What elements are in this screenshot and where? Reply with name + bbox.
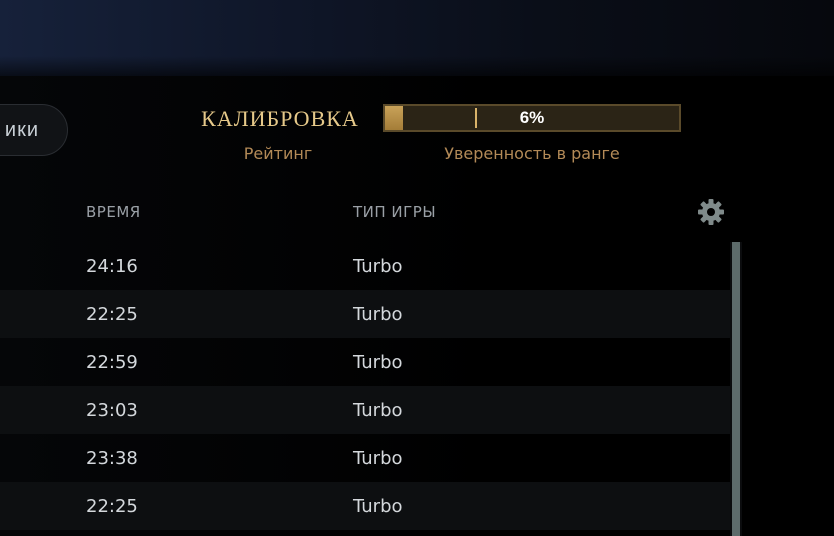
match-time: 22:59 xyxy=(86,351,138,373)
rank-confidence-label: 6% xyxy=(519,108,545,127)
match-game-type: Turbo xyxy=(353,351,403,373)
stats-tab-button[interactable]: ики xyxy=(0,104,68,156)
rank-confidence-bar: 6% xyxy=(383,104,681,132)
rank-subtitle: Рейтинг xyxy=(243,144,313,163)
match-time: 23:03 xyxy=(86,399,138,421)
scrollbar-thumb[interactable] xyxy=(732,242,740,536)
rank-title: КАЛИБРОВКА xyxy=(201,106,359,131)
match-game-type: Turbo xyxy=(353,255,403,277)
rank-confidence-caption: Уверенность в ранге xyxy=(444,144,620,163)
gear-icon[interactable] xyxy=(697,198,725,226)
table-row[interactable]: 22:25 Turbo xyxy=(0,482,730,530)
column-header-time[interactable]: ВРЕМЯ xyxy=(86,203,141,221)
match-time: 23:38 xyxy=(86,447,138,469)
match-time: 24:16 xyxy=(86,255,138,277)
match-game-type: Turbo xyxy=(353,399,403,421)
match-time: 22:25 xyxy=(86,495,138,517)
stats-tab-label: ики xyxy=(4,118,39,141)
match-table: 24:16 Turbo 22:25 Turbo 22:59 Turbo 23:0… xyxy=(0,242,730,530)
match-game-type: Turbo xyxy=(353,495,403,517)
table-row[interactable]: 22:59 Turbo xyxy=(0,338,730,386)
table-row[interactable]: 22:25 Turbo xyxy=(0,290,730,338)
column-header-game-type[interactable]: ТИП ИГРЫ xyxy=(353,203,436,221)
match-time: 22:25 xyxy=(86,303,138,325)
match-game-type: Turbo xyxy=(353,447,403,469)
top-banner xyxy=(0,0,834,76)
table-scrollbar[interactable] xyxy=(730,242,742,536)
table-row[interactable]: 23:38 Turbo xyxy=(0,434,730,482)
table-row[interactable]: 23:03 Turbo xyxy=(0,386,730,434)
match-game-type: Turbo xyxy=(353,303,403,325)
table-row[interactable]: 24:16 Turbo xyxy=(0,242,730,290)
